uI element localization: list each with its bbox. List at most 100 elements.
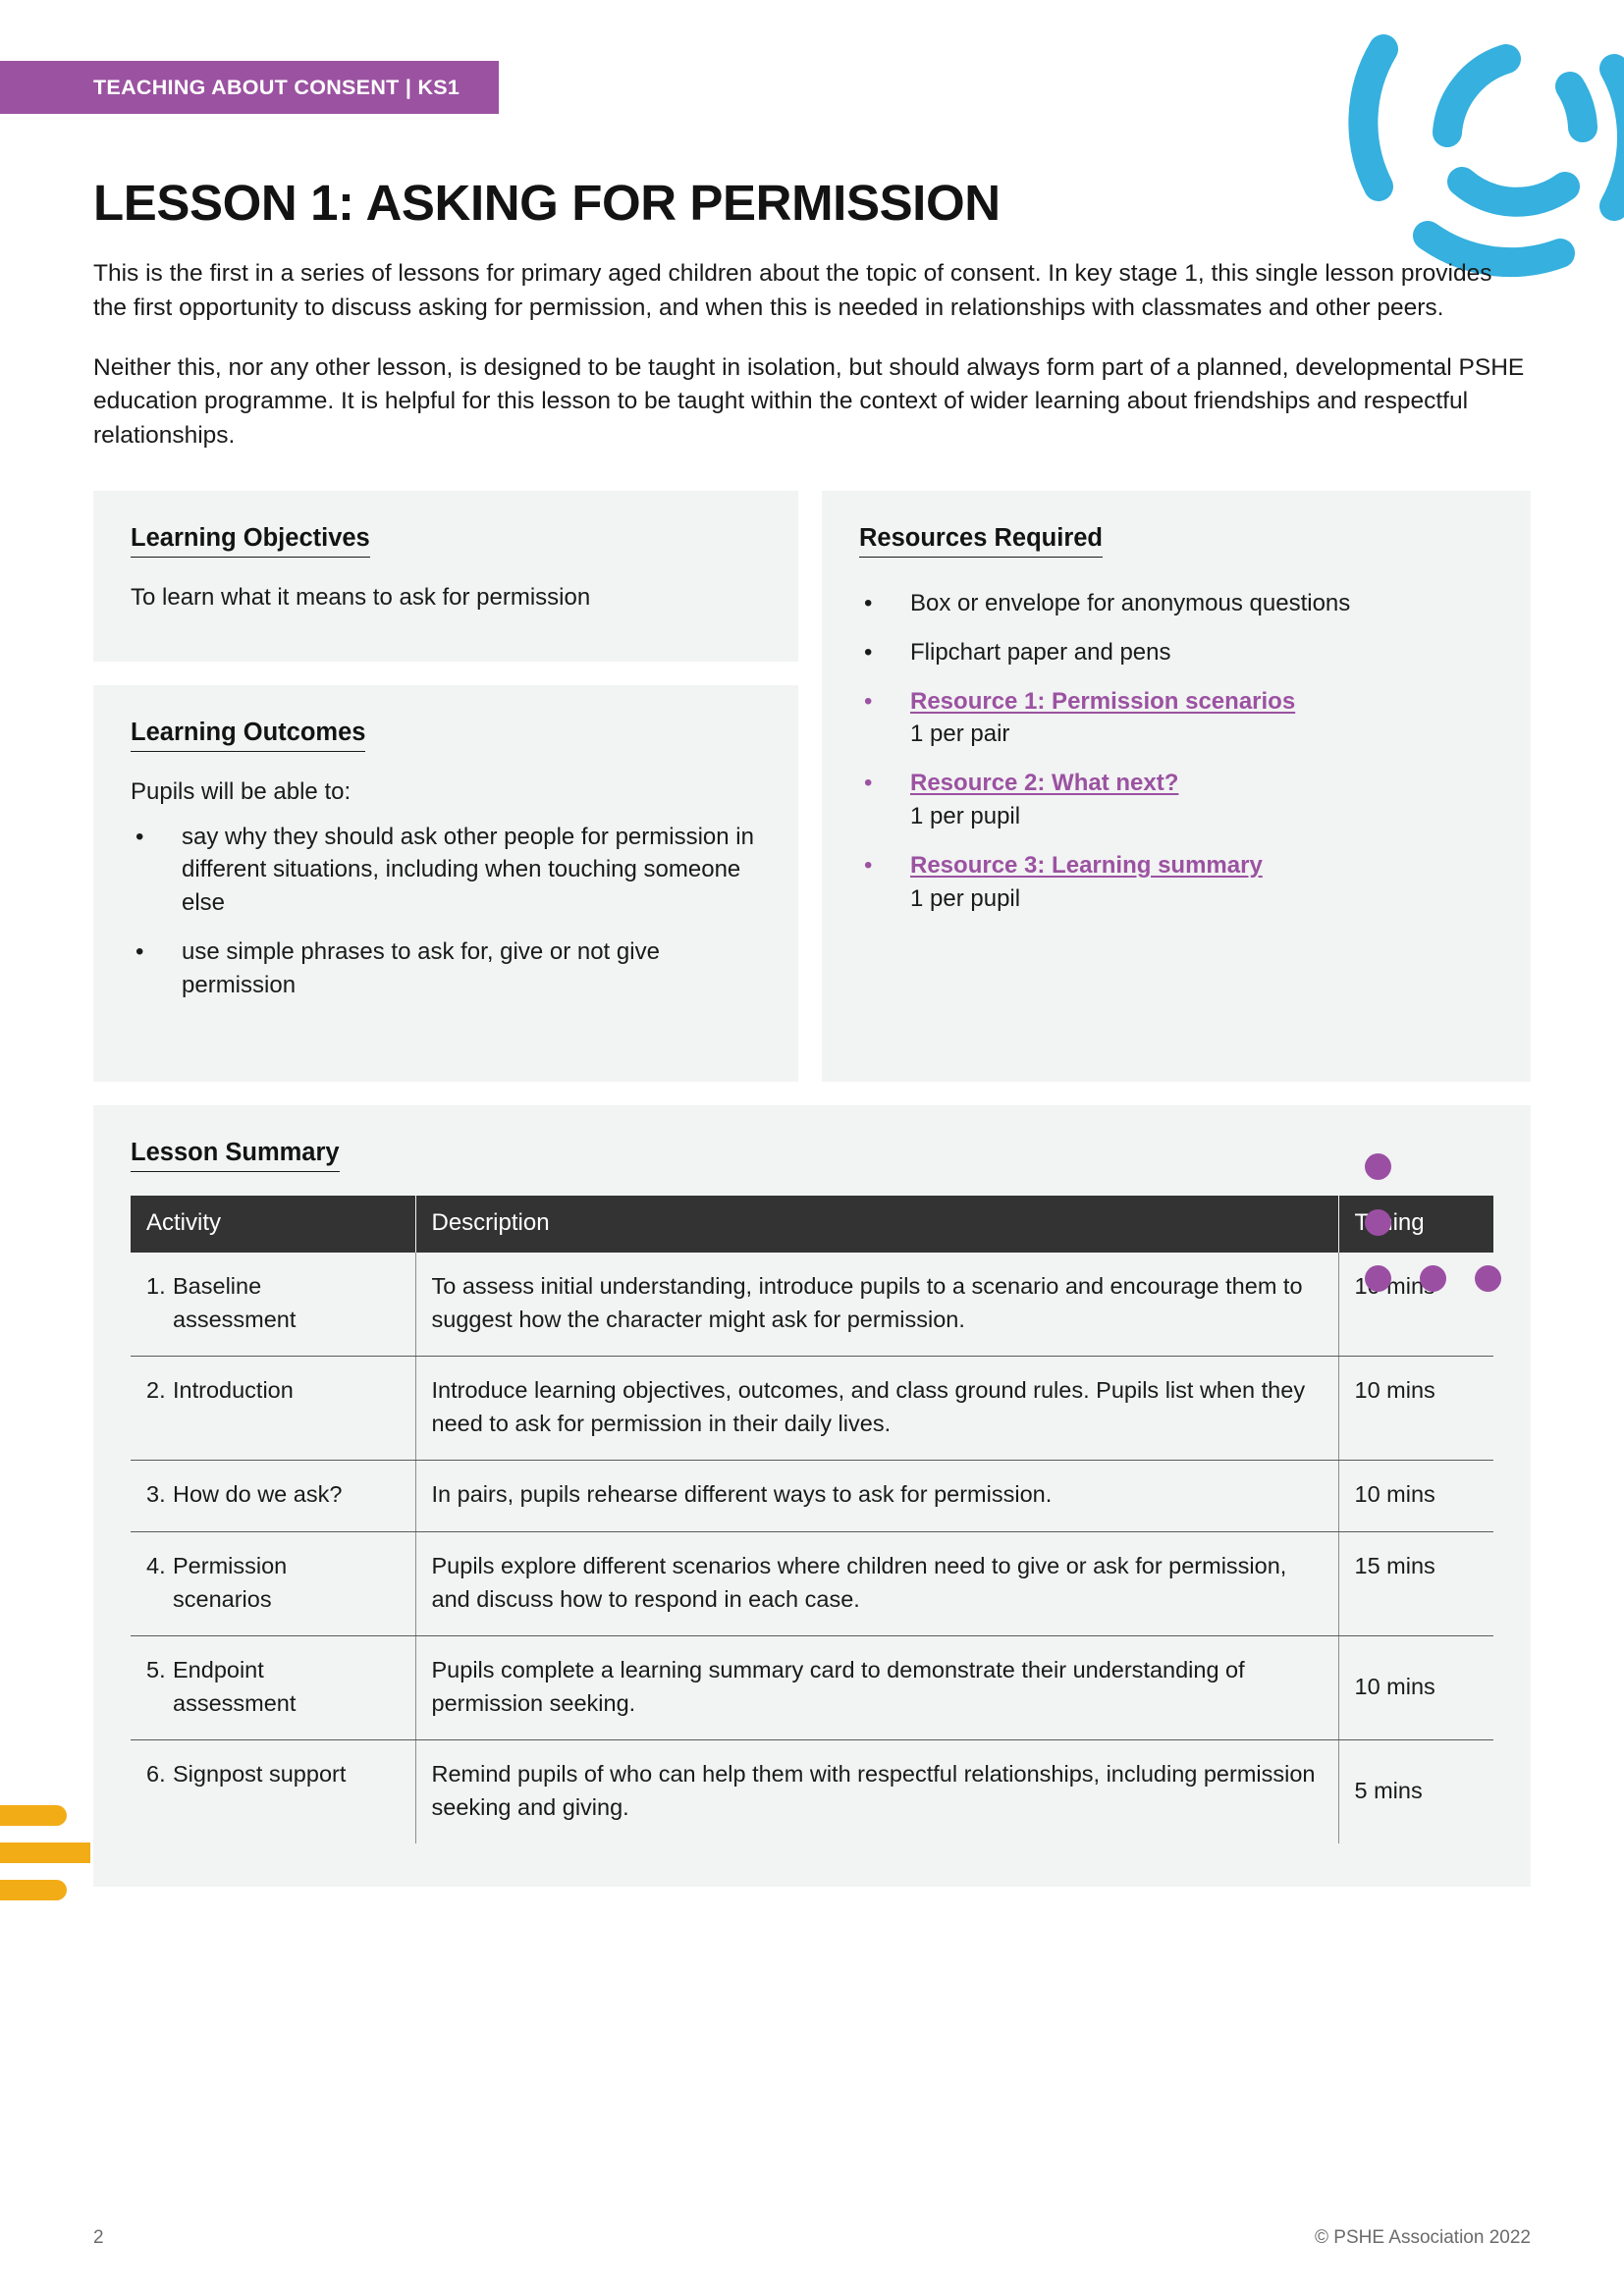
cell-activity: 5. Endpoint assessment bbox=[131, 1635, 416, 1741]
learning-outcomes-heading: Learning Outcomes bbox=[131, 719, 366, 752]
resources-required-heading: Resources Required bbox=[859, 524, 1104, 558]
cell-activity: 1. Baseline assessment bbox=[131, 1252, 416, 1358]
list-item[interactable]: • Resource 2: What next? 1 per pupil bbox=[859, 767, 1493, 833]
cell-description: To assess initial understanding, introdu… bbox=[415, 1252, 1339, 1358]
activity-number: 4. bbox=[146, 1552, 166, 1578]
resource-3-link[interactable]: Resource 3: Learning summary bbox=[910, 852, 1263, 879]
bullet-dot-icon: • bbox=[864, 589, 873, 616]
activity-label: Endpoint assessment bbox=[173, 1657, 297, 1716]
resource-1-link[interactable]: Resource 1: Permission scenarios bbox=[910, 688, 1295, 715]
list-item: • say why they should ask other people f… bbox=[131, 821, 761, 920]
lesson-summary-table: Activity Description Timing 1. Baseline a… bbox=[131, 1195, 1493, 1844]
learning-objectives-panel: Learning Objectives To learn what it mea… bbox=[93, 490, 798, 662]
learning-outcomes-list: • say why they should ask other people f… bbox=[131, 821, 761, 1002]
purple-dots-decoration bbox=[1365, 1153, 1502, 1292]
page-footer: 2 © PSHE Association 2022 bbox=[93, 2227, 1531, 2249]
cell-description: In pairs, pupils rehearse different ways… bbox=[415, 1460, 1339, 1532]
learning-objectives-text: To learn what it means to ask for permis… bbox=[131, 583, 591, 611]
lesson-summary-heading: Lesson Summary bbox=[131, 1139, 340, 1172]
page-number: 2 bbox=[93, 2227, 104, 2248]
lesson-page: TEACHING ABOUT CONSENT | KS1 LESSON 1: A… bbox=[0, 0, 1624, 2296]
cell-description: Remind pupils of who can help them with … bbox=[415, 1739, 1339, 1844]
learning-objectives-heading: Learning Objectives bbox=[131, 524, 370, 558]
orange-bar-2 bbox=[0, 1842, 90, 1863]
resources-required-panel: Resources Required • Box or envelope for… bbox=[822, 490, 1531, 1082]
cell-timing: 10 mins bbox=[1338, 1635, 1493, 1741]
list-item: • Flipchart paper and pens bbox=[859, 636, 1493, 669]
purple-dot-icon bbox=[1365, 1153, 1391, 1180]
cell-description: Pupils complete a learning summary card … bbox=[415, 1635, 1339, 1741]
resource-2-link[interactable]: Resource 2: What next? bbox=[910, 770, 1178, 796]
resource-1-note: 1 per pair bbox=[910, 721, 1010, 748]
table-header: Activity Description Timing bbox=[131, 1195, 1493, 1253]
left-panel-column: Learning Objectives To learn what it mea… bbox=[93, 490, 798, 1082]
purple-dot-icon bbox=[1365, 1265, 1391, 1292]
list-item: • use simple phrases to ask for, give or… bbox=[131, 935, 761, 1002]
table-row: 6. Signpost support Remind pupils of who … bbox=[131, 1739, 1493, 1844]
bullet-dot-icon: • bbox=[864, 638, 873, 666]
bullet-dot-icon: • bbox=[864, 851, 873, 879]
right-panel-column: Resources Required • Box or envelope for… bbox=[822, 490, 1531, 1082]
activity-number: 1. bbox=[146, 1272, 166, 1299]
banner-label: TEACHING ABOUT CONSENT | KS1 bbox=[93, 75, 460, 99]
header-banner: TEACHING ABOUT CONSENT | KS1 bbox=[0, 61, 500, 114]
resources-list: • Box or envelope for anonymous question… bbox=[859, 587, 1493, 916]
activity-label: Baseline assessment bbox=[173, 1272, 297, 1332]
table-row: 3. How do we ask? In pairs, pupils rehear… bbox=[131, 1460, 1493, 1532]
column-header-activity: Activity bbox=[131, 1195, 416, 1253]
cell-description: Introduce learning objectives, outcomes,… bbox=[415, 1356, 1339, 1462]
copyright-notice: © PSHE Association 2022 bbox=[1315, 2227, 1531, 2248]
page-content: LESSON 1: ASKING FOR PERMISSION This is … bbox=[93, 175, 1531, 1888]
orange-bar-1 bbox=[0, 1805, 67, 1826]
activity-number: 5. bbox=[146, 1657, 166, 1683]
table-body: 1. Baseline assessment To assess initial … bbox=[131, 1252, 1493, 1844]
cell-timing: 15 mins bbox=[1338, 1531, 1493, 1637]
list-item[interactable]: • Resource 3: Learning summary 1 per pup… bbox=[859, 849, 1493, 916]
cell-activity: 4. Permission scenarios bbox=[131, 1531, 416, 1637]
info-panels: Learning Objectives To learn what it mea… bbox=[93, 490, 1531, 1082]
activity-label: How do we ask? bbox=[173, 1481, 343, 1508]
bullet-dot-icon: • bbox=[864, 687, 873, 715]
learning-outcomes-lead: Pupils will be able to: bbox=[131, 777, 352, 805]
resource-text: Box or envelope for anonymous questions bbox=[910, 589, 1351, 616]
cell-description: Pupils explore different scenarios where… bbox=[415, 1531, 1339, 1637]
orange-bars-decoration bbox=[0, 1805, 98, 1917]
intro-paragraph-2: Neither this, nor any other lesson, is d… bbox=[93, 353, 1525, 450]
cell-activity: 6. Signpost support bbox=[131, 1739, 416, 1844]
table-row: 1. Baseline assessment To assess initial … bbox=[131, 1252, 1493, 1358]
table-header-row: Activity Description Timing bbox=[131, 1195, 1493, 1253]
cell-timing: 10 mins bbox=[1338, 1460, 1493, 1532]
bullet-dot-icon: • bbox=[864, 770, 873, 797]
bullet-dot-icon: • bbox=[135, 823, 144, 850]
cell-activity: 2. Introduction bbox=[131, 1356, 416, 1462]
activity-label: Introduction bbox=[173, 1377, 294, 1404]
outcome-text: say why they should ask other people for… bbox=[182, 823, 754, 917]
resource-2-note: 1 per pupil bbox=[910, 803, 1021, 830]
list-item: • Box or envelope for anonymous question… bbox=[859, 587, 1493, 620]
activity-number: 2. bbox=[146, 1377, 166, 1404]
cell-activity: 3. How do we ask? bbox=[131, 1460, 416, 1532]
table-row: 5. Endpoint assessment Pupils complete a … bbox=[131, 1635, 1493, 1741]
column-header-description: Description bbox=[415, 1195, 1339, 1253]
cell-timing: 10 mins bbox=[1338, 1356, 1493, 1462]
activity-label: Signpost support bbox=[173, 1761, 347, 1788]
cell-timing: 5 mins bbox=[1354, 1778, 1423, 1804]
lesson-summary-panel: Lesson Summary Activity Description Timi… bbox=[93, 1104, 1531, 1888]
table-row: 2. Introduction Introduce learning object… bbox=[131, 1356, 1493, 1462]
purple-dot-icon bbox=[1420, 1265, 1446, 1292]
resource-text: Flipchart paper and pens bbox=[910, 638, 1171, 666]
activity-number: 6. bbox=[146, 1761, 166, 1788]
activity-number: 3. bbox=[146, 1481, 166, 1508]
resource-3-note: 1 per pupil bbox=[910, 884, 1021, 912]
orange-bar-3 bbox=[0, 1880, 67, 1900]
bullet-dot-icon: • bbox=[135, 938, 144, 966]
list-item[interactable]: • Resource 1: Permission scenarios 1 per… bbox=[859, 685, 1493, 752]
table-row: 4. Permission scenarios Pupils explore di… bbox=[131, 1531, 1493, 1637]
intro-paragraph-1: This is the first in a series of lessons… bbox=[93, 260, 1492, 321]
page-title: LESSON 1: ASKING FOR PERMISSION bbox=[93, 175, 1001, 231]
outcome-text: use simple phrases to ask for, give or n… bbox=[182, 938, 660, 998]
purple-dot-icon bbox=[1475, 1265, 1501, 1292]
learning-outcomes-panel: Learning Outcomes Pupils will be able to… bbox=[93, 684, 798, 1082]
purple-dot-icon bbox=[1365, 1209, 1391, 1236]
activity-label: Permission scenarios bbox=[173, 1552, 288, 1612]
